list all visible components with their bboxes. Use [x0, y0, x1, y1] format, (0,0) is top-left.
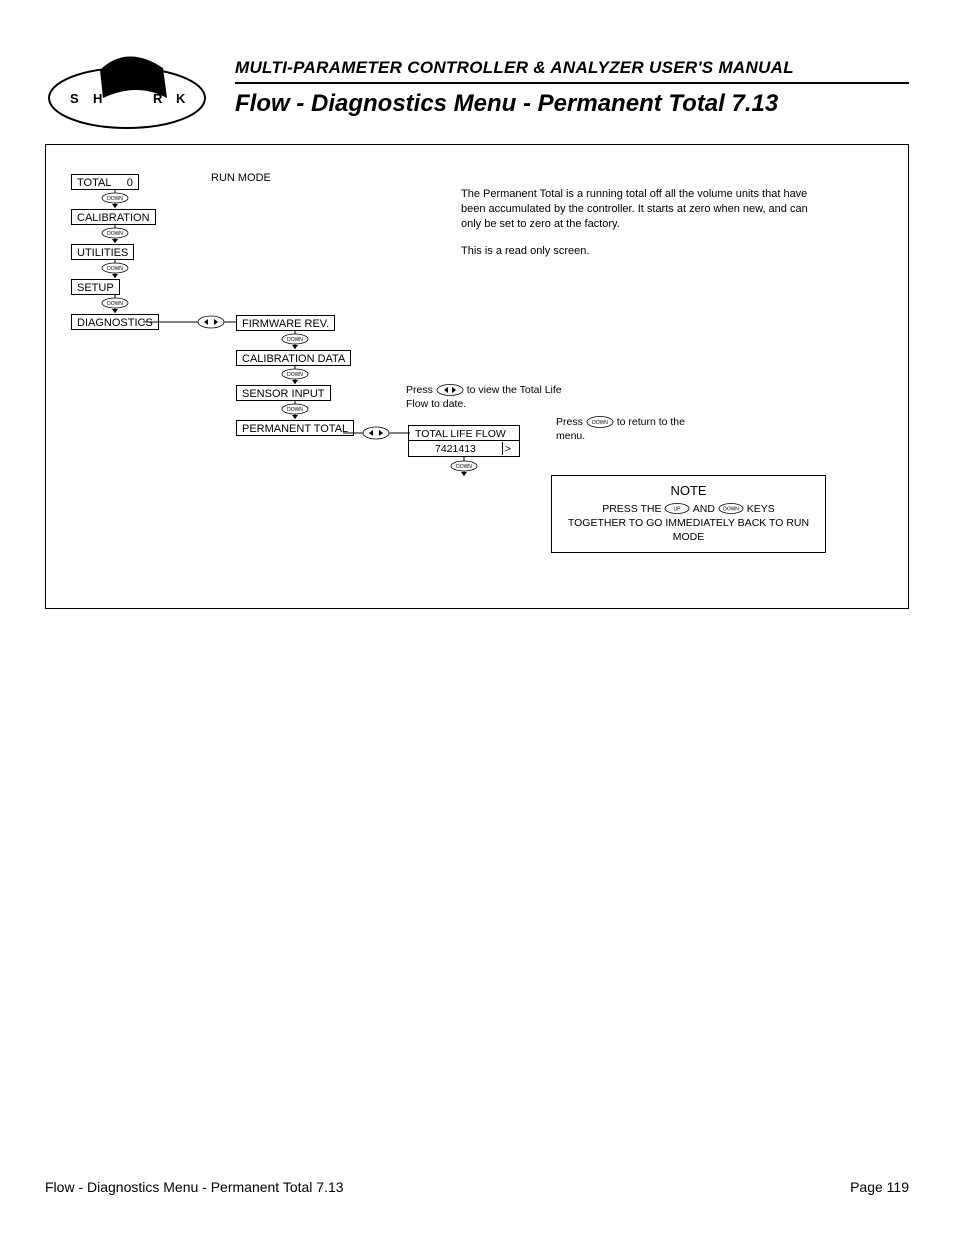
- press-instruction-2: Press DOWN to return to the menu.: [556, 416, 696, 443]
- note-body: PRESS THE UP AND DOWN KEYS TOGETHER TO G…: [560, 502, 817, 545]
- svg-text:A: A: [122, 90, 132, 106]
- svg-text:S: S: [70, 91, 79, 106]
- down-key-icon: DOWN: [434, 457, 494, 476]
- submenu-permanent-total: PERMANENT TOTAL: [236, 420, 354, 436]
- svg-text:DOWN: DOWN: [592, 420, 608, 426]
- press-instruction-1: Press to view the Total Life Flow to dat…: [406, 384, 576, 411]
- run-mode-label: RUN MODE: [211, 172, 271, 184]
- diagram-frame: TOTAL 0 DOWN CALIBRATION DOWN UTILITIES …: [45, 144, 909, 609]
- description-paragraph-1: The Permanent Total is a running total o…: [461, 187, 811, 232]
- svg-text:DOWN: DOWN: [287, 337, 303, 343]
- note-title: NOTE: [560, 482, 817, 500]
- sub-menu-column: FIRMWARE REV. DOWN CALIBRATION DATA DOWN…: [236, 314, 354, 435]
- submenu-sensor-input: SENSOR INPUT: [236, 385, 331, 401]
- main-menu-column: TOTAL 0 DOWN CALIBRATION DOWN UTILITIES …: [71, 173, 159, 329]
- svg-text:UP: UP: [674, 507, 682, 513]
- arrow-key-icon: [436, 384, 464, 396]
- svg-text:DOWN: DOWN: [287, 407, 303, 413]
- manual-title: MULTI-PARAMETER CONTROLLER & ANALYZER US…: [235, 58, 909, 84]
- down-key-icon: DOWN: [236, 365, 354, 384]
- down-key-icon: DOWN: [71, 294, 159, 313]
- description-paragraph-2: This is a read only screen.: [461, 244, 761, 259]
- svg-text:K: K: [176, 91, 186, 106]
- menu-item-setup: SETUP: [71, 279, 120, 295]
- down-key-icon: DOWN: [718, 503, 744, 514]
- menu-item-total: TOTAL 0: [71, 174, 139, 190]
- up-key-icon: UP: [664, 503, 690, 514]
- submenu-firmware-rev: FIRMWARE REV.: [236, 315, 335, 331]
- down-key-icon: DOWN: [236, 400, 354, 419]
- down-key-icon: DOWN: [586, 416, 614, 428]
- svg-text:DOWN: DOWN: [723, 507, 739, 513]
- svg-text:DOWN: DOWN: [287, 372, 303, 378]
- footer-left: Flow - Diagnostics Menu - Permanent Tota…: [45, 1179, 344, 1195]
- menu-item-utilities: UTILITIES: [71, 244, 134, 260]
- page-title: Flow - Diagnostics Menu - Permanent Tota…: [235, 90, 909, 118]
- note-box: NOTE PRESS THE UP AND DOWN KEYS TOGETHER…: [551, 475, 826, 553]
- submenu-calibration-data: CALIBRATION DATA: [236, 350, 351, 366]
- connector-diag-to-sub: [143, 313, 238, 331]
- svg-text:DOWN: DOWN: [107, 266, 123, 272]
- total-life-flow-label: TOTAL LIFE FLOW: [408, 425, 520, 441]
- svg-text:DOWN: DOWN: [107, 196, 123, 202]
- svg-text:H: H: [93, 91, 102, 106]
- footer-right: Page 119: [850, 1179, 909, 1195]
- total-life-flow-display: TOTAL LIFE FLOW 7421413 >: [408, 425, 520, 457]
- svg-text:DOWN: DOWN: [107, 301, 123, 307]
- down-key-icon: DOWN: [236, 330, 354, 349]
- down-key-icon: DOWN: [71, 189, 159, 208]
- svg-text:DOWN: DOWN: [456, 464, 472, 470]
- svg-text:R: R: [153, 91, 163, 106]
- down-key-icon: DOWN: [71, 259, 159, 278]
- down-key-icon: DOWN: [71, 224, 159, 243]
- svg-text:DOWN: DOWN: [107, 231, 123, 237]
- shark-logo: S H A R K: [45, 50, 210, 132]
- connector-perm-to-tlf: [343, 424, 410, 442]
- total-life-flow-value: 7421413 >: [408, 441, 520, 457]
- menu-item-calibration: CALIBRATION: [71, 209, 156, 225]
